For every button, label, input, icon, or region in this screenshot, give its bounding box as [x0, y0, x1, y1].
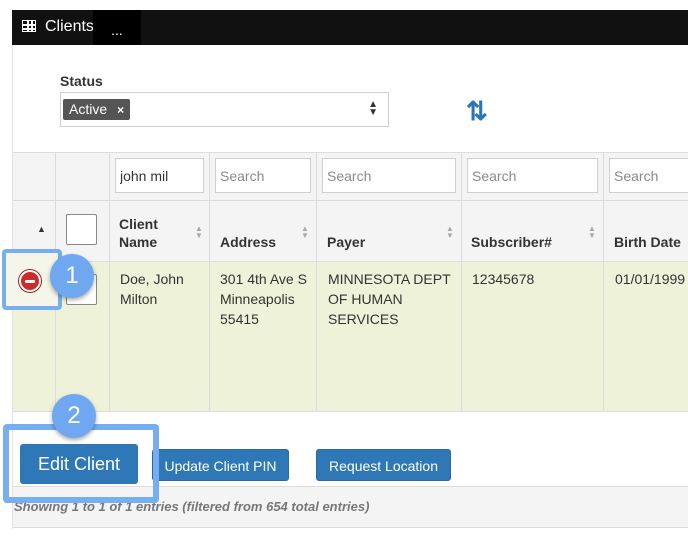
column-header-birth-date[interactable]: Birth Date — [614, 233, 681, 251]
column-header-client-name[interactable]: Client Name — [119, 215, 189, 251]
search-input-payer[interactable] — [322, 158, 456, 193]
update-client-pin-button[interactable]: Update Client PIN — [152, 449, 289, 481]
column-divider — [109, 261, 110, 412]
more-menu-button[interactable]: ... — [93, 10, 141, 45]
status-select[interactable]: Active × ▲ ▼ — [60, 92, 389, 127]
step-badge-2: 2 — [52, 394, 96, 438]
step-badge-1: 1 — [50, 254, 94, 298]
column-divider — [603, 261, 604, 412]
status-tag-label: Active — [69, 101, 108, 117]
request-location-button[interactable]: Request Location — [316, 449, 451, 481]
panel-title: Clients — [45, 18, 94, 35]
sort-icon[interactable]: ▲ ▼ — [301, 225, 309, 240]
edit-client-button[interactable]: Edit Client — [20, 444, 138, 484]
row-divider — [13, 200, 688, 201]
column-header-address[interactable]: Address — [220, 233, 276, 251]
sort-icon[interactable]: ▲ ▼ — [446, 225, 454, 240]
panel-header: Clients ... — [12, 10, 688, 45]
table-icon — [22, 20, 36, 32]
cell-client-name: Doe, John Milton — [120, 271, 184, 307]
column-divider — [209, 261, 210, 412]
column-header-payer[interactable]: Payer — [327, 233, 365, 251]
select-all-checkbox[interactable] — [66, 214, 97, 245]
column-header-subscriber[interactable]: Subscriber# — [471, 233, 552, 251]
select-arrows-icon: ▲ ▼ — [368, 99, 378, 118]
sort-icon[interactable]: ▲ ▼ — [195, 225, 203, 240]
search-input-subscriber[interactable] — [467, 158, 598, 193]
sort-icon[interactable]: ▲ ▼ — [588, 225, 596, 240]
search-input-client-name[interactable] — [115, 158, 204, 193]
column-divider — [461, 261, 462, 412]
refresh-icon[interactable]: ⇅ — [466, 96, 488, 127]
cell-payer: MINNESOTA DEPT OF HUMAN SERVICES — [328, 271, 451, 327]
sort-asc-icon[interactable]: ▲ — [37, 224, 46, 234]
status-tag-active: Active × — [63, 99, 131, 120]
cell-birth-date: 01/01/1999 — [615, 271, 686, 287]
status-label: Status — [60, 73, 103, 89]
cell-address: 301 4th Ave S Minneapolis 55415 — [220, 271, 307, 327]
search-input-address[interactable] — [215, 158, 311, 193]
search-input-birth-date[interactable] — [609, 158, 688, 193]
column-divider — [316, 261, 317, 412]
cell-subscriber: 12345678 — [472, 271, 535, 287]
minus-circle-icon[interactable] — [19, 270, 41, 292]
remove-tag-icon[interactable]: × — [117, 103, 124, 117]
